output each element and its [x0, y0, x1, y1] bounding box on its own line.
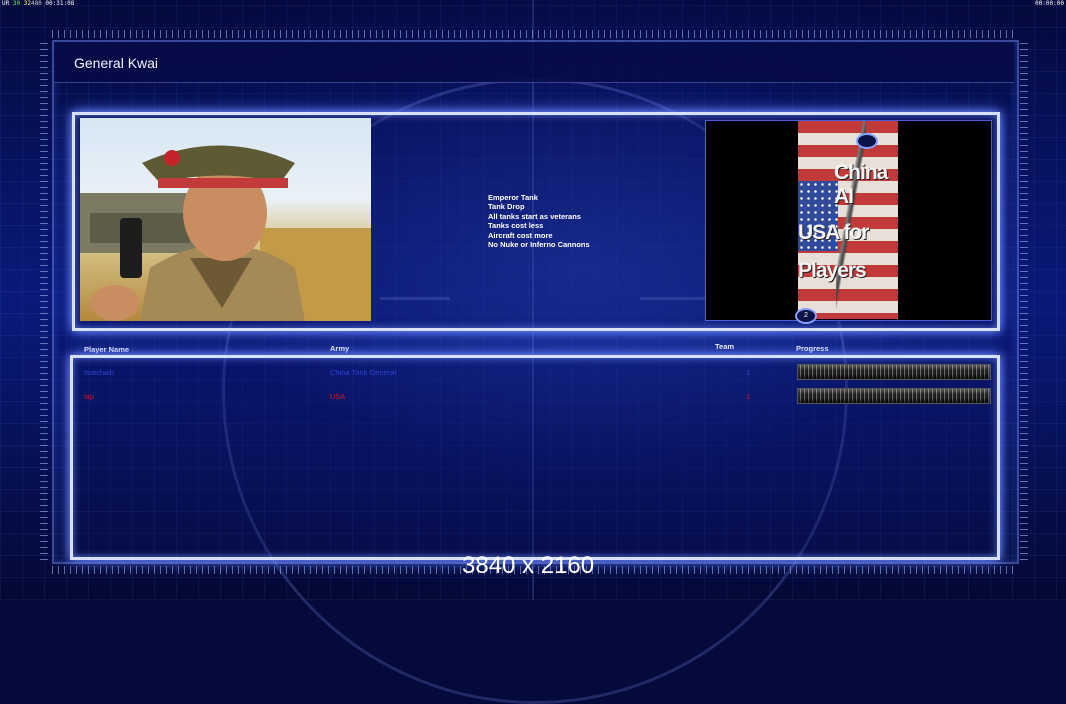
- feature-item: No Nuke or Inferno Cannons: [488, 240, 590, 250]
- feature-item: Emperor Tank: [488, 193, 538, 202]
- general-portrait: [80, 118, 371, 321]
- ruler-left: [40, 40, 48, 560]
- player-team: 1: [746, 368, 751, 377]
- title-bar: [54, 42, 1014, 83]
- player-army: China Tank General: [330, 368, 397, 377]
- feature-item: All tanks start as veterans: [488, 211, 581, 221]
- header-player-name: Player Name: [84, 345, 130, 354]
- map-crack: [836, 121, 866, 319]
- player-army: USA: [330, 392, 346, 401]
- header-team: Team: [715, 342, 735, 351]
- hud-stats: UR 30 32480 00:31:08: [2, 0, 74, 8]
- map-label-line1: China AI: [834, 161, 888, 208]
- map-image: China AI USA for Players: [798, 121, 898, 319]
- map-start-position[interactable]: [856, 133, 878, 149]
- general-features-list: Emperor Tank Tank Drop All tanks start a…: [488, 193, 590, 249]
- progress-bar: [797, 364, 991, 380]
- feature-item: Tank Drop: [488, 202, 525, 212]
- header-progress: Progress: [796, 344, 829, 353]
- ruler-top: [52, 30, 1015, 38]
- player-team: 1: [746, 392, 751, 401]
- header-army: Army: [330, 344, 350, 353]
- map-preview[interactable]: China AI USA for Players: [705, 120, 992, 321]
- feature-item: Tanks cost less: [488, 221, 544, 231]
- progress-bar: [797, 388, 991, 404]
- hud-fps1: 30: [12, 0, 21, 7]
- hud-fps3: 480: [30, 0, 42, 7]
- general-portrait-image: [80, 145, 371, 321]
- map-label-line2: USA for: [798, 221, 869, 244]
- resolution-overlay: 3840 x 2160: [462, 552, 595, 579]
- players-panel: [70, 355, 1000, 560]
- map-label-line3: Players: [798, 259, 867, 282]
- hud-right-clock: 00:00:00: [1035, 0, 1064, 7]
- player-name: tsatchaib: [84, 368, 115, 377]
- feature-item: Aircraft cost more: [488, 230, 553, 240]
- map-start-position-2[interactable]: 2: [795, 308, 817, 324]
- ruler-right: [1020, 40, 1028, 560]
- player-name: lap: [84, 392, 95, 401]
- hud-clock: 00:31:08: [45, 0, 75, 7]
- page-title: General Kwai: [74, 55, 159, 71]
- hud-prefix: UR: [2, 0, 10, 7]
- hud-fps2: 32: [23, 0, 31, 7]
